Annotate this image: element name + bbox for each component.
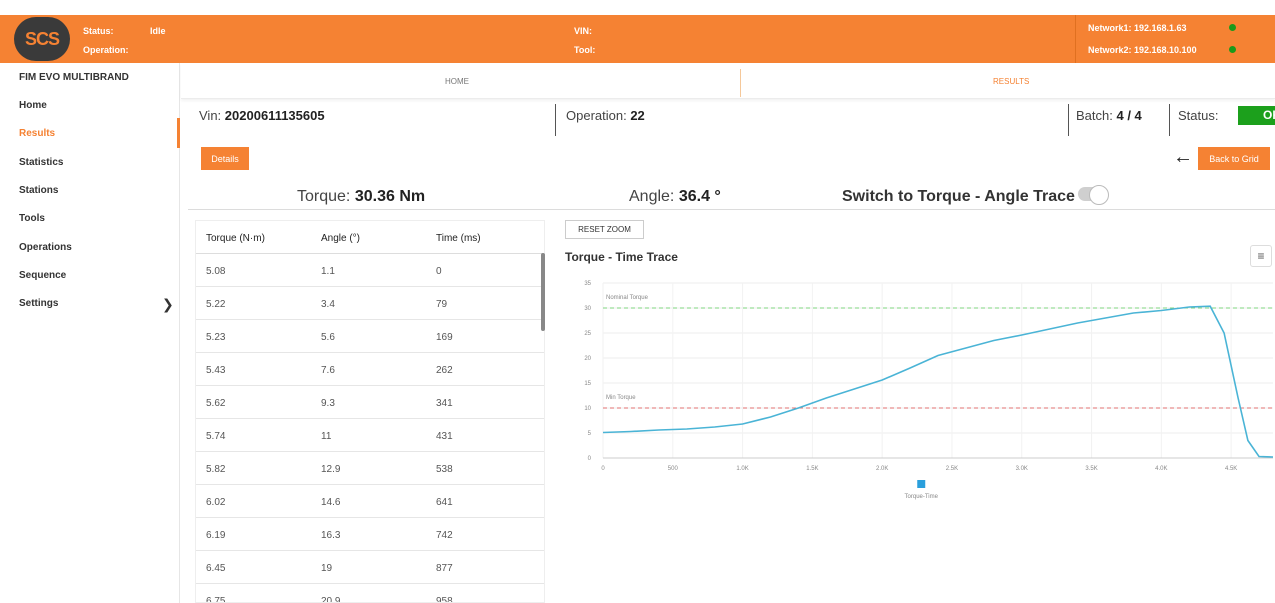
x-tick-label: 3.0K <box>1016 466 1028 472</box>
x-tick-label: 2.0K <box>876 466 888 472</box>
series-line <box>602 305 1274 458</box>
y-tick-label: 35 <box>584 281 591 287</box>
y-tick-label: 0 <box>588 456 592 462</box>
y-tick-label: 30 <box>584 306 591 312</box>
x-tick-label: 0 <box>601 466 605 472</box>
y-tick-label: 15 <box>584 381 591 387</box>
torque-time-chart: 0 5 10 15 20 25 30 35 0 500 1.0K 1.5K 2.0K 2.5K 3.0K 3.… <box>584 281 1274 500</box>
x-tick-label: 500 <box>668 466 679 472</box>
x-tick-label: 1.5K <box>806 466 818 472</box>
y-tick-label: 5 <box>588 431 592 437</box>
x-tick-label: 1.0K <box>736 466 748 472</box>
y-tick-label: 20 <box>584 356 591 362</box>
reference-line-label: Nominal Torque <box>606 295 649 301</box>
reference-line-label: Min Torque <box>606 395 636 401</box>
x-tick-label: 2.5K <box>946 466 958 472</box>
x-tick-label: 3.5K <box>1085 466 1097 472</box>
y-tick-label: 10 <box>584 406 591 412</box>
legend-label: Torque-Time <box>905 494 939 500</box>
legend-marker <box>917 480 926 488</box>
y-tick-label: 25 <box>584 331 591 337</box>
x-tick-label: 4.0K <box>1155 466 1167 472</box>
x-tick-label: 4.5K <box>1225 466 1237 472</box>
